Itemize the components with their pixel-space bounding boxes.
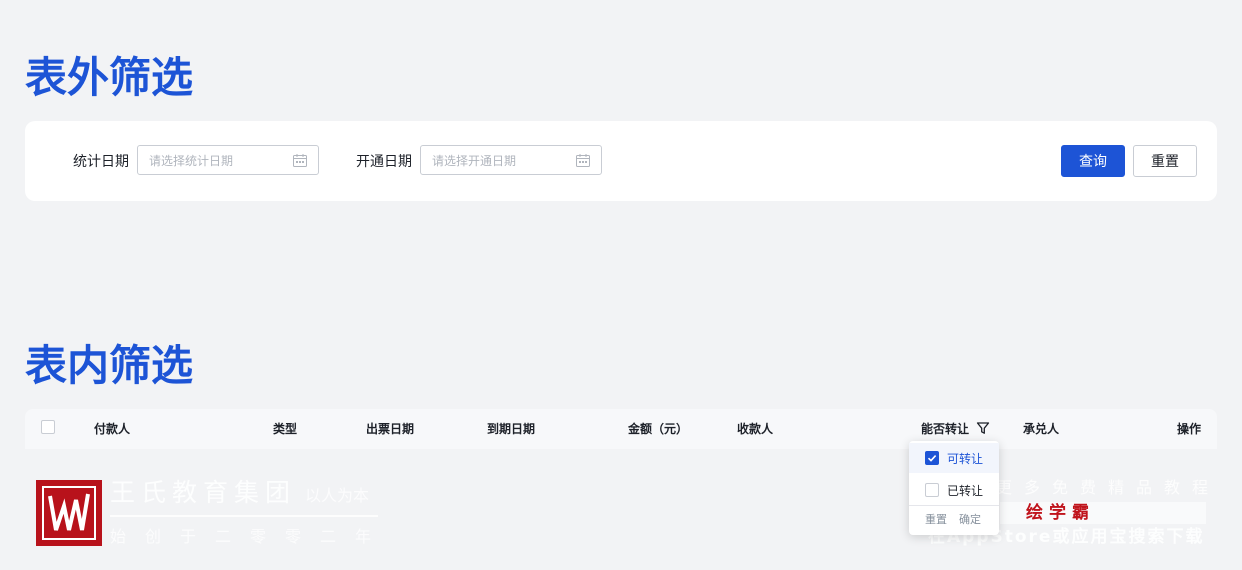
option-checkbox[interactable] — [925, 483, 939, 497]
filter-bar: 统计日期 请选择统计日期 开通日期 请选择开通日期 查询 重置 — [25, 121, 1217, 201]
check-icon — [927, 455, 937, 462]
watermark-divider — [110, 515, 378, 517]
stat-date-placeholder: 请选择统计日期 — [149, 154, 234, 168]
inner-filter-title: 表内筛选 — [25, 341, 194, 390]
column-header-payee: 收款人 — [737, 422, 774, 436]
calendar-icon — [293, 154, 307, 167]
open-date-picker[interactable]: 请选择开通日期 — [420, 145, 602, 175]
filter-reset-button[interactable]: 重置 — [925, 514, 947, 527]
query-button[interactable]: 查询 — [1061, 145, 1125, 177]
outer-filter-title: 表外筛选 — [25, 53, 194, 102]
stat-date-label: 统计日期 — [73, 153, 129, 169]
column-header-issue-date: 出票日期 — [366, 422, 415, 436]
filter-option-transferable[interactable]: 可转让 — [909, 443, 999, 473]
brand-logo — [36, 480, 102, 546]
column-header-payer: 付款人 — [94, 422, 131, 436]
column-header-type: 类型 — [273, 422, 298, 436]
watermark-motto: 以人为本 — [305, 486, 370, 505]
option-label: 已转让 — [947, 484, 984, 498]
column-header-transferable: 能否转让 — [921, 422, 970, 436]
calendar-icon — [576, 154, 590, 167]
watermark-brand: 王氏教育集团 — [110, 478, 297, 507]
column-header-acceptor: 承兑人 — [1023, 422, 1060, 436]
select-all-checkbox[interactable] — [41, 420, 55, 434]
open-date-label: 开通日期 — [356, 153, 412, 169]
filter-option-transferred[interactable]: 已转让 — [909, 475, 999, 505]
option-label: 可转让 — [947, 452, 984, 466]
watermark-since: 始创于二零零二年 — [110, 527, 391, 546]
column-header-actions: 操作 — [1177, 422, 1202, 436]
filter-confirm-button[interactable]: 确定 — [959, 514, 981, 527]
filter-icon[interactable] — [976, 421, 990, 435]
option-checkbox[interactable] — [925, 451, 939, 465]
stat-date-picker[interactable]: 请选择统计日期 — [137, 145, 319, 175]
column-header-amount: 金额（元） — [628, 422, 689, 436]
open-date-placeholder: 请选择开通日期 — [432, 154, 517, 168]
reset-button[interactable]: 重置 — [1133, 145, 1197, 177]
watermark-more-tutorials: 更多免费精品教程 — [996, 478, 1221, 497]
table-header: 付款人 类型 出票日期 到期日期 金额（元） 收款人 能否转让 承兑人 操作 — [25, 409, 1217, 449]
brand-logo-icon — [42, 486, 96, 540]
column-header-due-date: 到期日期 — [487, 422, 536, 436]
watermark-app-name: 绘学霸 — [1026, 503, 1095, 523]
dropdown-divider — [909, 505, 999, 506]
transferable-filter-dropdown: 可转让 已转让 重置 确定 — [909, 441, 999, 535]
